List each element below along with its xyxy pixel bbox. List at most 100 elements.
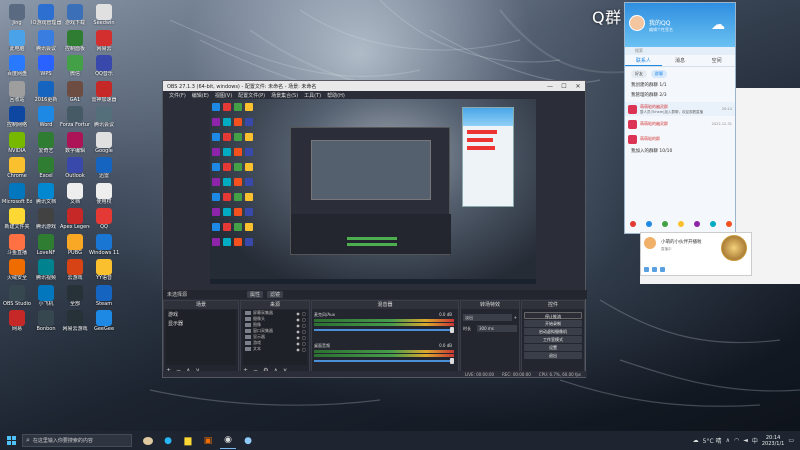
- desktop-icon[interactable]: 网易: [4, 310, 30, 332]
- obs-window[interactable]: OBS 27.1.3 (64-bit, windows) - 配置文件: 未命名…: [162, 80, 587, 378]
- start-recording-button[interactable]: 开始录制: [524, 320, 582, 327]
- desktop-icon[interactable]: WPS: [33, 55, 59, 77]
- explorer-icon[interactable]: ▆: [180, 433, 196, 449]
- menu-help[interactable]: 帮助(H): [327, 92, 345, 99]
- weather-text[interactable]: 5°C 晴: [703, 436, 722, 445]
- notification-icon[interactable]: ▭: [788, 437, 794, 444]
- desktop-icon[interactable]: QQ音乐: [91, 55, 117, 77]
- maximize-icon[interactable]: ☐: [557, 83, 571, 90]
- desktop-icon[interactable]: 使用权: [91, 182, 117, 205]
- duration-input[interactable]: 300 ms: [477, 325, 517, 332]
- desktop-icon[interactable]: Apex Legends: [60, 208, 90, 230]
- desktop-icon[interactable]: 斗鱼直播: [4, 233, 30, 256]
- scene-item[interactable]: 显示器: [166, 319, 236, 328]
- desktop-icon[interactable]: 雷神加速器: [91, 80, 117, 103]
- desktop-icon[interactable]: OBS Studio: [3, 284, 31, 307]
- list-item[interactable]: 萌萌哒的幽灵群 整人员(Tcham)加入群聊，欢迎观看直播 20:14: [625, 102, 735, 116]
- desktop-icon[interactable]: PUBG: [62, 233, 88, 256]
- app-icon[interactable]: [726, 221, 732, 227]
- desktop-icon[interactable]: 网易云: [91, 29, 117, 52]
- lock-icon[interactable]: ▢: [301, 317, 307, 322]
- desktop-icon[interactable]: Steam: [91, 284, 117, 307]
- clock[interactable]: 20:14 2023/1/1: [762, 435, 784, 447]
- desktop-icon[interactable]: 数字编辑: [62, 131, 88, 154]
- virtual-camera-button[interactable]: 启动虚拟摄像机: [524, 328, 582, 335]
- menu-profile[interactable]: 配置文件(P): [238, 92, 265, 99]
- desktop-icon[interactable]: 迅雷: [91, 157, 117, 179]
- start-button[interactable]: [0, 431, 22, 450]
- group-category[interactable]: 我创建的群聊 1/1: [625, 81, 735, 91]
- qq-search-input[interactable]: 搜索: [625, 47, 735, 55]
- desktop-icon[interactable]: 2016更新: [33, 80, 59, 103]
- network-icon[interactable]: ◠: [734, 437, 739, 444]
- tab-messages[interactable]: 消息: [662, 55, 699, 66]
- app-icon[interactable]: [694, 221, 700, 227]
- lock-icon[interactable]: ▢: [301, 335, 307, 340]
- desktop-icon[interactable]: Windows 11: [89, 233, 119, 256]
- volume-slider[interactable]: [314, 327, 454, 333]
- volume-icon[interactable]: ◄: [743, 437, 748, 444]
- qq-signature[interactable]: 编辑个性签名: [649, 27, 673, 33]
- desktop-icon[interactable]: 网易云游戏: [62, 310, 88, 332]
- qq-main-panel[interactable]: 我的QQ 编辑个性签名 ☁ 搜索 联系人 消息 空间 好友 群聊 我创建的群聊 …: [624, 2, 736, 234]
- desktop-icon[interactable]: 爱奇艺: [33, 131, 59, 154]
- desktop-icon[interactable]: 微信: [62, 55, 88, 77]
- desktop-icon[interactable]: 腾讯游戏: [33, 208, 59, 230]
- desktop-icon[interactable]: Forza Fortune: [60, 106, 90, 128]
- lock-icon[interactable]: ▢: [301, 329, 307, 334]
- desktop-icon[interactable]: 此电脑: [4, 29, 30, 52]
- group-category[interactable]: 我管理的群聊 2/3: [625, 91, 735, 101]
- group-category[interactable]: 我加入的群聊 10/10: [625, 147, 735, 157]
- weather-icon[interactable]: ☁: [693, 437, 699, 444]
- app-icon[interactable]: [710, 221, 716, 227]
- desktop-icon[interactable]: GeeGee: [91, 310, 117, 332]
- desktop-icon[interactable]: NVIDIA: [4, 131, 30, 154]
- filters-button[interactable]: 滤镜: [267, 291, 284, 298]
- app-icon[interactable]: [646, 221, 652, 227]
- desktop-icon[interactable]: Excel: [33, 157, 59, 179]
- desktop-icon[interactable]: 腾讯会议: [33, 29, 59, 52]
- studio-mode-button[interactable]: 工作室模式: [524, 336, 582, 343]
- volume-slider[interactable]: [314, 358, 454, 364]
- qq-taskbar-icon[interactable]: ▣: [200, 433, 216, 449]
- list-item[interactable]: 萌萌哒的群: [625, 132, 735, 146]
- live-notification[interactable]: 小萌的小伙伴开播啦 直播中: [640, 232, 752, 276]
- chevron-up-icon[interactable]: ∧: [726, 437, 730, 444]
- settings-button[interactable]: 设置: [524, 344, 582, 351]
- desktop-icon[interactable]: YY语音: [91, 259, 117, 281]
- avatar[interactable]: [629, 15, 645, 31]
- desktop-icon[interactable]: 百度网盘: [4, 55, 30, 77]
- app-icon[interactable]: [662, 221, 668, 227]
- menu-view[interactable]: 视图(V): [215, 92, 232, 99]
- desktop-icon[interactable]: 回收站: [4, 80, 30, 103]
- obs-preview[interactable]: [210, 99, 536, 284]
- lock-icon[interactable]: ▢: [301, 347, 307, 352]
- menu-scene-collection[interactable]: 场景集合(S): [271, 92, 298, 99]
- task-view-icon[interactable]: [140, 433, 156, 449]
- settings-icon[interactable]: [652, 267, 657, 272]
- desktop-icon[interactable]: Word: [33, 106, 59, 128]
- desktop-icon[interactable]: 腾讯文档: [33, 182, 59, 205]
- desktop-icon[interactable]: LoveNF: [33, 233, 59, 256]
- menu-tools[interactable]: 工具(T): [304, 92, 321, 99]
- subtab-friends[interactable]: 好友: [631, 70, 647, 78]
- properties-button[interactable]: 属性: [247, 291, 264, 298]
- obs-titlebar[interactable]: OBS 27.1.3 (64-bit, windows) - 配置文件: 未命名…: [163, 81, 585, 91]
- input-method[interactable]: 中: [752, 436, 758, 445]
- desktop-icon[interactable]: GA1: [62, 80, 88, 103]
- taskbar-search[interactable]: ⌕ 在这里输入你要搜索的内容: [22, 434, 132, 447]
- desktop-icon[interactable]: Seedwin: [91, 4, 117, 26]
- lock-icon[interactable]: ▢: [301, 323, 307, 328]
- add-transition-icon[interactable]: +: [514, 315, 517, 320]
- desktop-icon[interactable]: Microsoft Edge: [2, 182, 32, 205]
- menu-edit[interactable]: 编辑(E): [192, 92, 209, 99]
- transition-select[interactable]: 淡出: [463, 314, 512, 321]
- app-icon[interactable]: [678, 221, 684, 227]
- lock-icon[interactable]: ▢: [301, 341, 307, 346]
- close-icon[interactable]: ✕: [571, 83, 585, 90]
- desktop-icon[interactable]: IO游戏管理器: [31, 4, 61, 26]
- desktop-icon[interactable]: Bonbon: [33, 310, 59, 332]
- menu-file[interactable]: 文件(F): [169, 92, 186, 99]
- tab-space[interactable]: 空间: [698, 55, 735, 66]
- desktop-icon[interactable]: 全部: [62, 284, 88, 307]
